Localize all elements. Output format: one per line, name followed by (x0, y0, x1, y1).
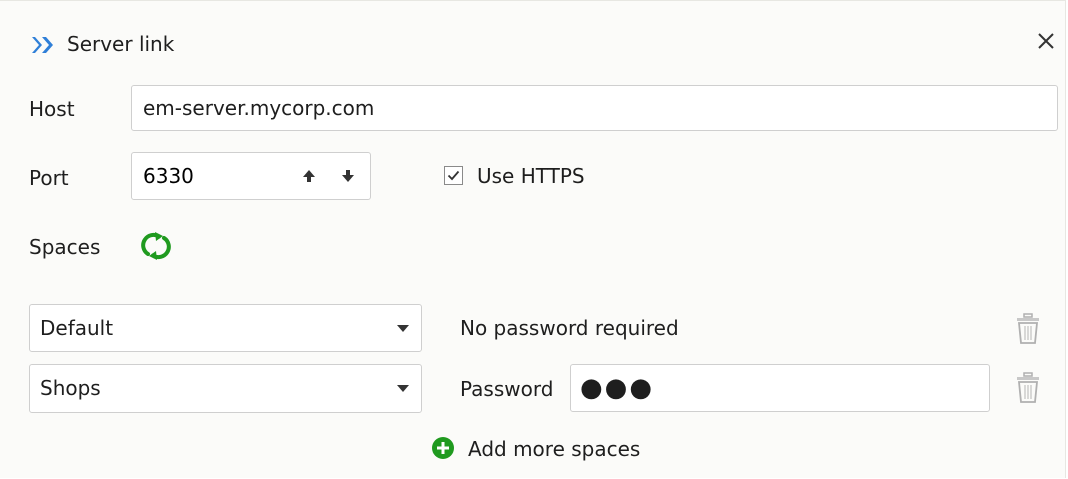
space-select-shops[interactable]: Shops (29, 364, 422, 413)
trash-icon[interactable] (1015, 313, 1041, 345)
server-link-dialog: Server link Host Port Use HTTPS Spaces D… (0, 0, 1066, 478)
dialog-title: Server link (67, 32, 175, 56)
arrow-down-icon[interactable] (340, 168, 356, 184)
plus-circle-icon (432, 437, 454, 459)
password-input[interactable] (570, 364, 990, 412)
port-stepper (131, 152, 371, 200)
port-input[interactable] (132, 153, 283, 199)
space-select-value: Shops (40, 376, 101, 400)
space-select-value: Default (40, 316, 114, 340)
trash-icon[interactable] (1015, 372, 1041, 404)
refresh-icon[interactable] (138, 228, 174, 264)
chevron-down-icon (397, 385, 409, 392)
close-icon[interactable] (1034, 29, 1058, 53)
spaces-label: Spaces (29, 235, 101, 259)
host-input[interactable] (131, 85, 1058, 131)
port-label: Port (29, 166, 69, 190)
use-https-checkbox[interactable] (444, 166, 463, 185)
chevron-double-right-icon (32, 37, 53, 53)
password-label: Password (460, 377, 554, 401)
no-password-text: No password required (460, 316, 679, 340)
chevron-down-icon (397, 325, 409, 332)
space-select-default[interactable]: Default (29, 304, 422, 352)
checkmark-icon (447, 170, 460, 181)
add-more-spaces-label: Add more spaces (468, 437, 641, 461)
use-https-label[interactable]: Use HTTPS (477, 164, 585, 188)
arrow-up-icon[interactable] (301, 168, 317, 184)
host-label: Host (29, 97, 75, 121)
